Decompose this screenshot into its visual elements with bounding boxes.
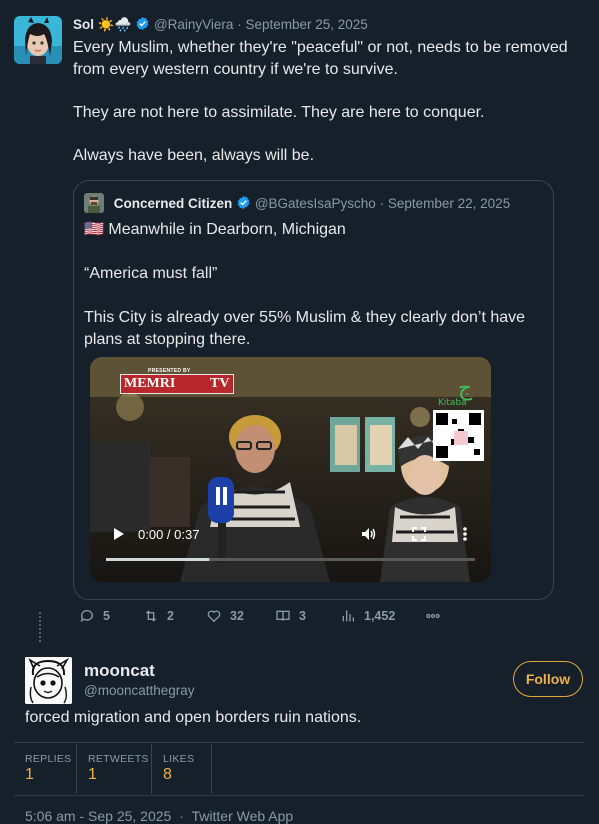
more-horizontal-icon: [426, 613, 440, 619]
quoted-tweet-text: 🇺🇸 Meanwhile in Dearborn, Michigan “Amer…: [84, 219, 539, 373]
thread-line: [39, 612, 41, 642]
fullscreen-button[interactable]: [412, 527, 426, 541]
header-separator: ·: [237, 17, 242, 32]
quoted-tweet-card[interactable]: Concerned Citizen @BGatesIsaPyscho · Sep…: [73, 180, 554, 600]
tweet-footer: 5:06 am - Sep 25, 2025 · Twitter Web App: [25, 808, 293, 824]
memri-tv-label: TV: [210, 376, 230, 391]
tweet-header: Sol ☀️🌧️ @RainyViera · September 25, 202…: [73, 16, 368, 33]
stats-separator: [211, 744, 212, 794]
quoted-author-handle[interactable]: @BGatesIsaPyscho: [255, 196, 376, 211]
play-button[interactable]: [112, 527, 126, 541]
author-name[interactable]: Sol: [73, 17, 94, 32]
like-action[interactable]: 32: [206, 608, 244, 624]
mute-button[interactable]: [361, 527, 377, 541]
quoted-paragraph: “America must fall”: [84, 265, 218, 282]
views-action[interactable]: 1,452: [340, 608, 395, 624]
tweet-text: Every Muslim, whether they're "peaceful"…: [73, 37, 583, 188]
retweet-action[interactable]: 2: [143, 608, 174, 624]
replies-stat-label: REPLIES: [25, 753, 72, 765]
quoted-author-name[interactable]: Concerned Citizen: [114, 196, 233, 211]
tweet-date[interactable]: September 25, 2025: [245, 17, 367, 32]
more-action[interactable]: [425, 608, 441, 624]
stats-divider-top: [14, 742, 584, 743]
open-book-icon: [276, 610, 290, 621]
reply-icon: [80, 610, 93, 623]
footer-separator: ·: [179, 808, 184, 824]
reply-source: Twitter Web App: [191, 808, 294, 824]
author-handle[interactable]: @RainyViera: [154, 17, 234, 32]
quoted-tweet-header: Concerned Citizen @BGatesIsaPyscho · Sep…: [84, 193, 510, 213]
retweets-stat-label: RETWEETS: [88, 753, 149, 765]
reply-author-avatar[interactable]: [25, 657, 72, 704]
likes-stat-label: LIKES: [163, 753, 195, 765]
replies-stat-value[interactable]: 1: [25, 766, 34, 784]
reply-author-name[interactable]: mooncat: [84, 661, 155, 681]
quoted-paragraph: 🇺🇸 Meanwhile in Dearborn, Michigan: [84, 219, 539, 241]
play-icon: [114, 528, 124, 540]
retweets-stat-value[interactable]: 1: [88, 766, 97, 784]
us-flag-icon: 🇺🇸: [84, 221, 104, 238]
fullscreen-icon: [412, 527, 426, 541]
bookmark-count: 3: [299, 609, 306, 623]
reply-timestamp[interactable]: 5:06 am - Sep 25, 2025: [25, 808, 171, 824]
reply-text: forced migration and open borders ruin n…: [25, 709, 362, 726]
like-count: 32: [230, 609, 244, 623]
verified-badge-icon: [135, 16, 150, 31]
tweet-paragraph: Every Muslim, whether they're "peaceful"…: [73, 39, 568, 78]
retweet-count: 2: [167, 609, 174, 623]
tweet-paragraph: They are not here to assimilate. They ar…: [73, 104, 485, 121]
svg-text:Kitaba: Kitaba: [438, 398, 467, 408]
follow-button[interactable]: Follow: [513, 661, 583, 697]
reply-author-handle[interactable]: @mooncatthegray: [84, 683, 195, 698]
author-avatar[interactable]: [14, 16, 62, 64]
volume-icon: [362, 528, 376, 540]
views-chart-icon: [342, 610, 354, 622]
quoted-paragraph: This City is already over 55% Muslim & t…: [84, 309, 526, 348]
stats-separator: [151, 744, 152, 794]
quoted-tweet-date[interactable]: September 22, 2025: [388, 196, 510, 211]
quoted-paragraph-text: Meanwhile in Dearborn, Michigan: [108, 221, 346, 238]
views-count: 1,452: [364, 609, 396, 623]
video-time: 0:00 / 0:37: [138, 527, 200, 542]
verified-badge-icon: [236, 195, 251, 210]
heart-icon: [207, 610, 221, 623]
reply-count: 5: [103, 609, 110, 623]
likes-stat-value[interactable]: 8: [163, 766, 172, 784]
reply-action[interactable]: 5: [79, 608, 110, 624]
video-player[interactable]: ج Kitaba PRESENTED BY MEMRI TV 0:00 / 0:…: [90, 357, 491, 582]
video-more-button[interactable]: [462, 526, 468, 542]
author-emoji: ☀️🌧️: [97, 17, 132, 32]
header-separator: ·: [379, 196, 385, 211]
memri-label: MEMRI: [124, 376, 176, 391]
quoted-author-avatar[interactable]: [84, 193, 104, 213]
stats-divider-bottom: [14, 795, 584, 796]
retweet-icon: [145, 610, 157, 622]
memri-tv-logo: PRESENTED BY MEMRI TV: [120, 368, 234, 394]
more-vertical-icon: [463, 527, 467, 541]
tweet-paragraph: Always have been, always will be.: [73, 147, 315, 164]
bookmark-action[interactable]: 3: [275, 608, 306, 624]
stats-separator: [76, 744, 77, 794]
